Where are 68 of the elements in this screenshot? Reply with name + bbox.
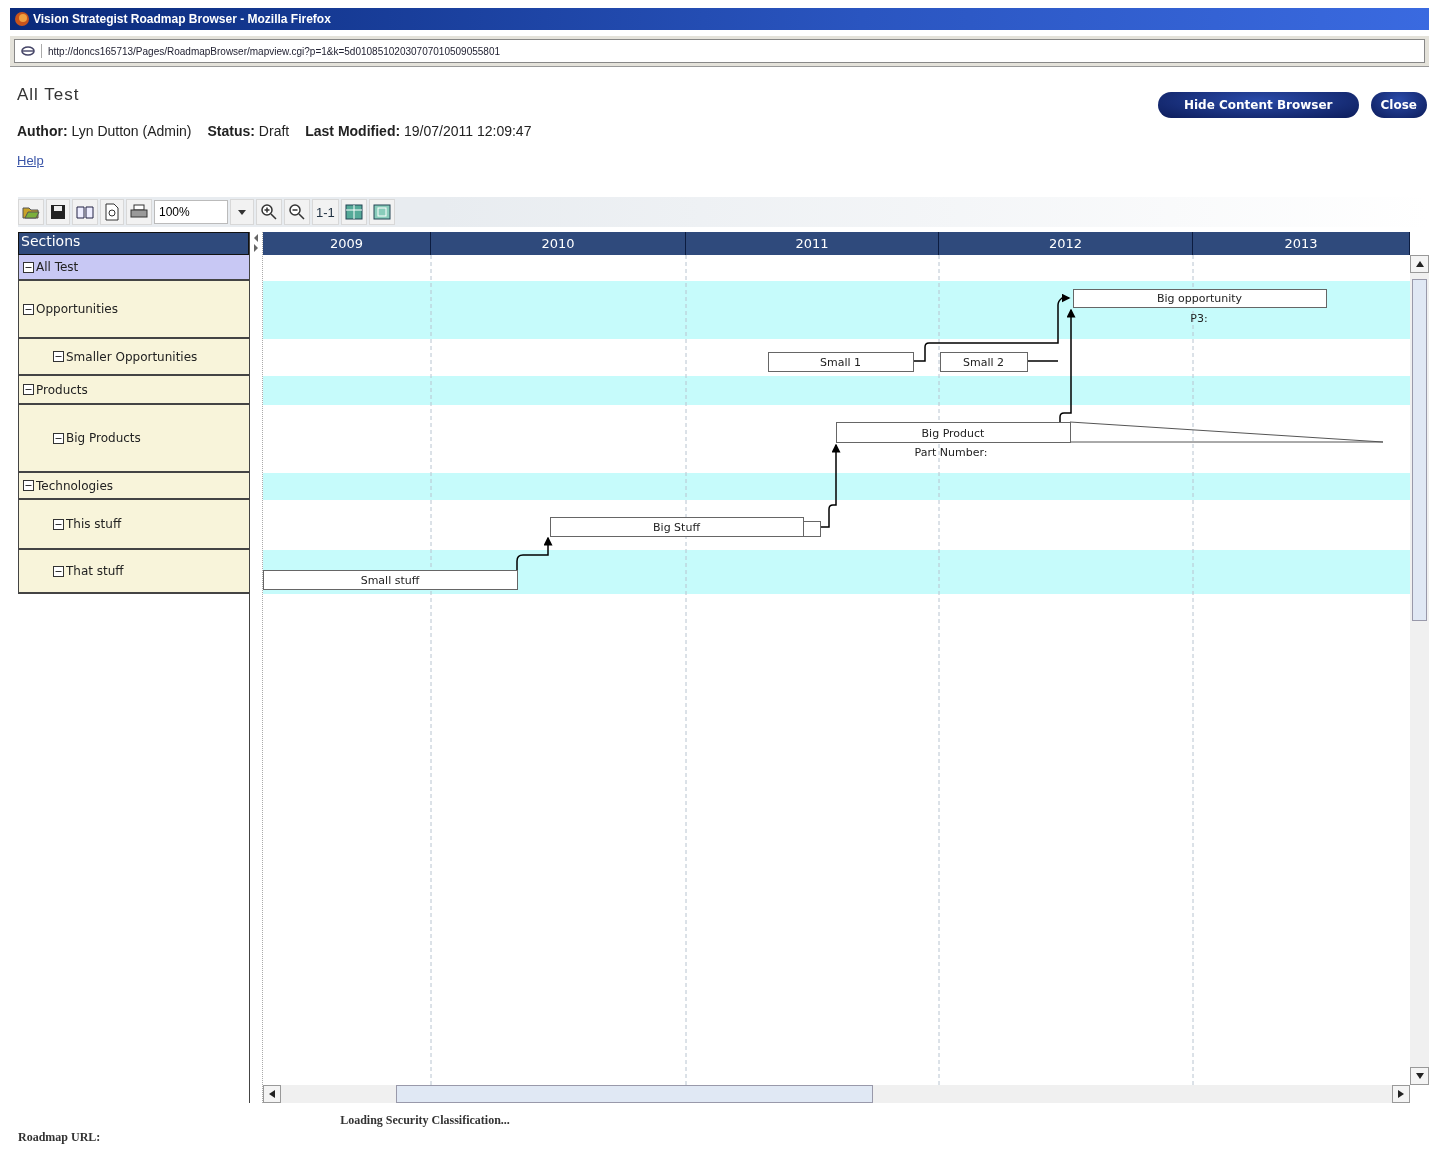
section-row[interactable]: Big Products bbox=[18, 405, 250, 473]
section-row[interactable]: Products bbox=[18, 376, 250, 405]
section-row[interactable]: That stuff bbox=[18, 550, 250, 594]
close-button[interactable]: Close bbox=[1370, 92, 1427, 118]
year-header: 2013 bbox=[1193, 232, 1410, 255]
metadata-field: Last Modified: 19/07/2011 12:09:47 bbox=[305, 123, 532, 139]
section-row[interactable]: All Test bbox=[18, 255, 250, 281]
collapse-icon[interactable] bbox=[53, 432, 64, 444]
section-label: Big Products bbox=[66, 431, 141, 445]
zoom-field[interactable]: 100% bbox=[154, 200, 228, 224]
task-bar[interactable]: Small 2 bbox=[940, 352, 1028, 372]
task-note: Part Number: bbox=[914, 446, 988, 459]
task-bar[interactable]: Big opportunity bbox=[1073, 289, 1327, 308]
window-title: Vision Strategist Roadmap Browser - Mozilla Firefox bbox=[33, 12, 331, 26]
zoom-out-icon[interactable] bbox=[284, 199, 310, 225]
section-row[interactable]: This stuff bbox=[18, 500, 250, 550]
collapse-icon[interactable] bbox=[23, 261, 34, 273]
scroll-up-icon[interactable] bbox=[1415, 261, 1424, 267]
dropdown-icon[interactable] bbox=[230, 199, 254, 225]
roadmap-url-label: Roadmap URL: bbox=[18, 1130, 102, 1145]
task-note: P3: bbox=[1190, 312, 1208, 325]
section-label: Smaller Opportunities bbox=[66, 349, 198, 364]
section-label: That stuff bbox=[66, 564, 124, 578]
url-text: http://doncs165713/Pages/RoadmapBrowser/mapview.cgi?p=1&k=5d01085102030707010509055801 bbox=[48, 45, 501, 57]
year-header: 2011 bbox=[686, 232, 939, 255]
scroll-right-icon[interactable] bbox=[1398, 1090, 1404, 1098]
scroll-down-icon[interactable] bbox=[1415, 1073, 1424, 1079]
task-bar[interactable]: Small stuff bbox=[263, 570, 518, 590]
year-header: 2009 bbox=[263, 232, 431, 255]
address-field[interactable]: http://doncs165713/Pages/RoadmapBrowser/mapview.cgi?p=1&k=5d01085102030707010509055801 bbox=[14, 39, 1425, 63]
roadmap-title: All Test bbox=[17, 85, 81, 105]
collapse-icon[interactable] bbox=[23, 480, 34, 491]
save-icon[interactable] bbox=[46, 199, 70, 225]
vertical-scrollbar[interactable] bbox=[1410, 255, 1429, 1085]
section-label: Technologies bbox=[36, 478, 114, 493]
collapse-icon[interactable] bbox=[53, 565, 64, 577]
scroll-left-icon[interactable] bbox=[269, 1090, 275, 1098]
dependency-arrow bbox=[516, 536, 553, 571]
status-message: Loading Security Classification... bbox=[339, 1113, 511, 1128]
year-header: 2012 bbox=[939, 232, 1193, 255]
help-link[interactable]: Help bbox=[17, 153, 44, 168]
print-preview-icon[interactable] bbox=[100, 199, 124, 225]
zoom-in-icon[interactable] bbox=[256, 199, 282, 225]
task-bar[interactable]: Small 1 bbox=[768, 352, 914, 372]
actual-size-button[interactable]: 1-1 bbox=[312, 199, 339, 225]
print-icon[interactable] bbox=[126, 199, 152, 225]
collapse-icon[interactable] bbox=[53, 351, 64, 362]
section-label: All Test bbox=[36, 260, 79, 274]
fit-window-icon[interactable] bbox=[368, 199, 395, 225]
open-folder-icon[interactable] bbox=[18, 199, 44, 225]
collapse-icon[interactable] bbox=[53, 518, 64, 530]
horizontal-scrollbar[interactable] bbox=[263, 1085, 1410, 1103]
section-label: Opportunities bbox=[36, 302, 118, 316]
hide-browser-button[interactable]: Hide Content Browser bbox=[1157, 92, 1359, 118]
section-row[interactable]: Opportunities bbox=[18, 281, 250, 339]
sections-header: Sections bbox=[18, 232, 250, 255]
grid-icon[interactable] bbox=[340, 199, 367, 225]
year-header: 2010 bbox=[431, 232, 686, 255]
task-bar[interactable]: Big Product bbox=[836, 421, 1384, 443]
metadata-field: Author: Lyn Dutton (Admin) bbox=[17, 123, 192, 139]
section-label: This stuff bbox=[66, 517, 122, 531]
browser-logo-icon bbox=[14, 11, 30, 27]
section-row[interactable]: Smaller Opportunities bbox=[18, 339, 250, 376]
collapse-icon[interactable] bbox=[23, 303, 34, 315]
collapse-icon[interactable] bbox=[23, 384, 34, 395]
metadata-field: Status: Draft bbox=[207, 123, 290, 139]
section-row[interactable]: Technologies bbox=[18, 473, 250, 500]
section-label: Products bbox=[36, 382, 88, 397]
